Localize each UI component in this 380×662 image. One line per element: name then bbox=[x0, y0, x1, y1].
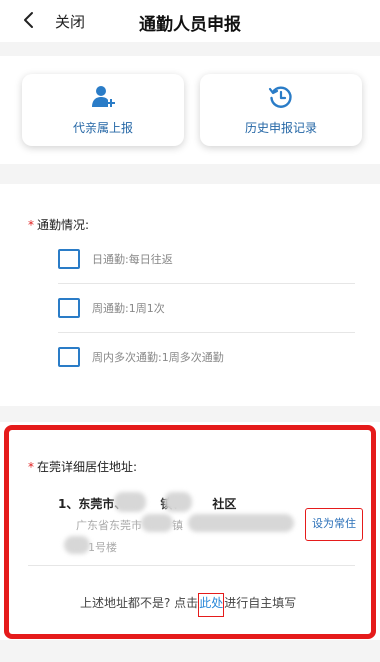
divider bbox=[28, 565, 355, 566]
commute-section-title: * 通勤情况: bbox=[28, 216, 89, 233]
checkbox[interactable] bbox=[58, 249, 80, 269]
commute-option-daily[interactable]: 日通勤:每日往返 bbox=[58, 236, 355, 284]
address-community: 社区 bbox=[212, 497, 237, 511]
required-mark: * bbox=[28, 218, 34, 232]
manual-entry-link[interactable]: 此处 bbox=[198, 593, 225, 617]
commute-title-text: 通勤情况: bbox=[37, 218, 90, 232]
section-divider bbox=[0, 42, 380, 56]
prompt-suffix: 进行自主填写 bbox=[224, 596, 297, 610]
redacted-blur bbox=[114, 492, 146, 512]
section-divider bbox=[0, 640, 380, 662]
history-records-card[interactable]: 历史申报记录 bbox=[200, 74, 362, 146]
top-nav-bar: 关闭 通勤人员申报 bbox=[0, 0, 380, 42]
set-default-button[interactable]: 设为常住 bbox=[305, 508, 363, 541]
address-section-title: * 在莞详细居住地址: bbox=[28, 458, 137, 475]
address-town-detail: 镇 bbox=[172, 519, 183, 532]
commute-option-weekly[interactable]: 周通勤:1周1次 bbox=[58, 285, 355, 333]
history-records-label: 历史申报记录 bbox=[244, 121, 317, 135]
commute-option-multi-weekly[interactable]: 周内多次通勤:1周多次通勤 bbox=[58, 334, 355, 382]
add-user-icon bbox=[22, 84, 184, 110]
manual-entry-prompt: 上述地址都不是? 点击此处进行自主填写 bbox=[80, 593, 297, 617]
address-building: 1号楼 bbox=[88, 541, 117, 554]
option-label: 日通勤:每日往返 bbox=[92, 253, 173, 266]
prompt-prefix: 上述地址都不是? 点击 bbox=[80, 596, 199, 610]
redacted-blur bbox=[164, 492, 192, 512]
proxy-report-label: 代亲属上报 bbox=[72, 121, 133, 135]
checkbox[interactable] bbox=[58, 298, 80, 318]
address-title-text: 在莞详细居住地址: bbox=[37, 460, 138, 474]
required-mark: * bbox=[28, 460, 34, 474]
address-item-name[interactable]: 1、东莞市、镇、社区 bbox=[58, 495, 236, 512]
redacted-blur bbox=[141, 514, 173, 532]
checkbox[interactable] bbox=[58, 347, 80, 367]
address-province-city: 广东省东莞市 bbox=[76, 519, 142, 532]
section-divider bbox=[0, 406, 380, 422]
section-divider bbox=[0, 164, 380, 184]
redacted-blur bbox=[64, 536, 90, 554]
option-label: 周内多次通勤:1周多次通勤 bbox=[92, 351, 224, 364]
proxy-report-card[interactable]: 代亲属上报 bbox=[22, 74, 184, 146]
option-label: 周通勤:1周1次 bbox=[92, 302, 165, 315]
history-icon bbox=[200, 84, 362, 110]
redacted-blur bbox=[188, 514, 294, 532]
page-title: 通勤人员申报 bbox=[139, 15, 241, 35]
